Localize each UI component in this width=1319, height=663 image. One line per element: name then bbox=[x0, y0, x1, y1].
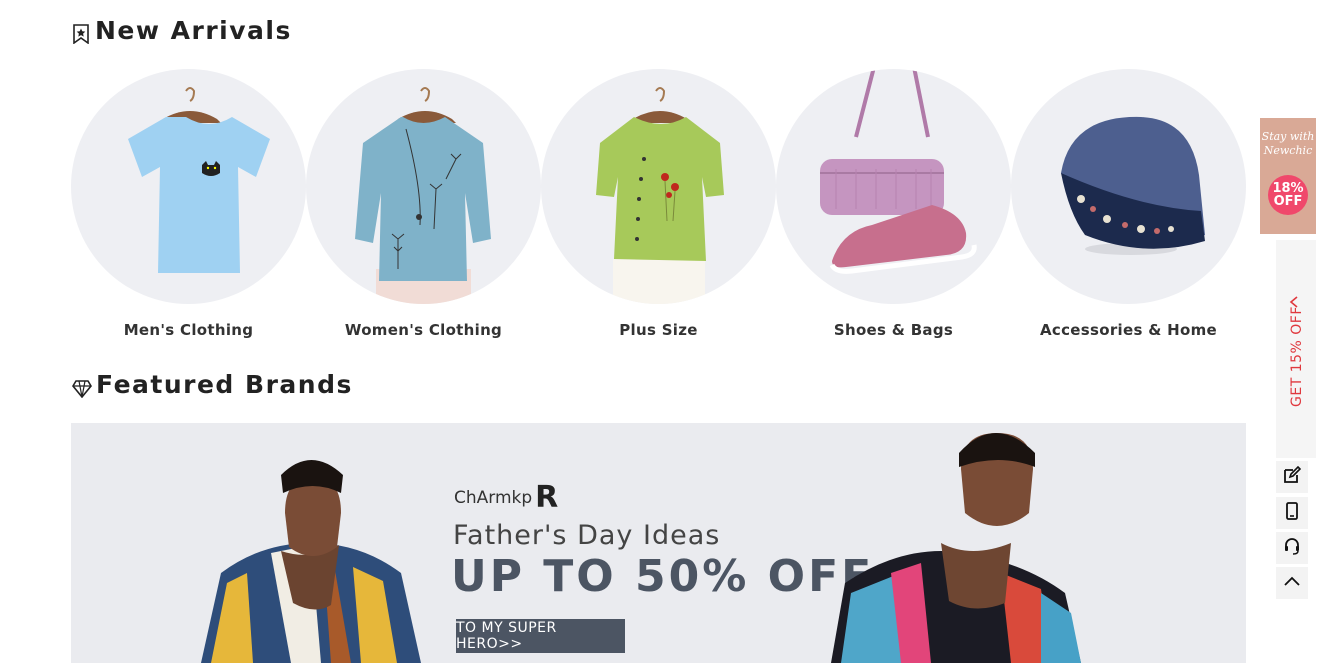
headset-icon bbox=[1283, 537, 1301, 559]
category-plus-size[interactable]: Plus Size bbox=[541, 69, 776, 339]
edit-icon bbox=[1283, 465, 1302, 488]
category-womens-clothing[interactable]: Women's Clothing bbox=[306, 69, 541, 339]
promo-card-text: Stay with Newchic bbox=[1260, 130, 1316, 158]
category-label: Men's Clothing bbox=[123, 321, 254, 339]
category-label: Shoes & Bags bbox=[833, 321, 954, 339]
mens-tshirt-image[interactable] bbox=[71, 69, 306, 304]
shoes-bags-image[interactable] bbox=[776, 69, 1011, 304]
featured-brands-title-text: Featured Brands bbox=[96, 370, 353, 399]
category-label: Women's Clothing bbox=[344, 321, 503, 339]
womens-blouse-image[interactable] bbox=[306, 69, 541, 304]
category-label: Plus Size bbox=[619, 321, 698, 339]
brand-logo: ChArmkp R bbox=[454, 480, 558, 515]
model-right-image bbox=[831, 433, 1081, 663]
mobile-phone-icon bbox=[1283, 502, 1301, 524]
featured-brands-title: Featured Brands bbox=[72, 370, 353, 399]
feedback-button[interactable] bbox=[1276, 461, 1308, 493]
promo-card-line2: Newchic bbox=[1263, 144, 1313, 157]
new-arrivals-title: New Arrivals bbox=[71, 16, 292, 45]
new-arrivals-title-text: New Arrivals bbox=[95, 16, 292, 45]
plus-size-top-image[interactable] bbox=[541, 69, 776, 304]
diamond-icon bbox=[72, 375, 92, 398]
category-accessories-home[interactable]: Accessories & Home bbox=[1011, 69, 1246, 339]
chevron-up-icon bbox=[1283, 572, 1301, 594]
mobile-app-button[interactable] bbox=[1276, 497, 1308, 529]
promo-card-line1: Stay with bbox=[1261, 130, 1315, 143]
bookmark-star-icon bbox=[71, 21, 91, 45]
promo-discount-word: OFF bbox=[1273, 194, 1303, 209]
category-label: Accessories & Home bbox=[1040, 321, 1217, 339]
newchic-promo-card[interactable]: Stay with Newchic 18% OFF bbox=[1260, 118, 1316, 234]
customer-service-button[interactable] bbox=[1276, 532, 1308, 564]
coupon-side-tab[interactable]: GET 15% OFF bbox=[1276, 240, 1316, 458]
category-mens-clothing[interactable]: Men's Clothing bbox=[71, 69, 306, 339]
model-left-image bbox=[201, 460, 421, 663]
brand-logo-mark: R bbox=[535, 480, 558, 515]
coupon-tab-text: GET 15% OFF bbox=[1289, 306, 1305, 407]
promo-discount-badge: 18% OFF bbox=[1268, 175, 1308, 215]
category-list: Men's Clothing Women's Clothing Plus Siz… bbox=[71, 69, 1247, 349]
brand-logo-text: ChArmkp bbox=[454, 487, 533, 508]
featured-brand-banner[interactable]: ChArmkp R Father's Day Ideas UP TO 50% O… bbox=[71, 423, 1246, 663]
back-to-top-button[interactable] bbox=[1276, 567, 1308, 599]
banner-headline: UP TO 50% OFF bbox=[451, 551, 875, 602]
category-shoes-bags[interactable]: Shoes & Bags bbox=[776, 69, 1011, 339]
banner-subtitle: Father's Day Ideas bbox=[453, 520, 721, 551]
accessories-hat-image[interactable] bbox=[1011, 69, 1246, 304]
banner-cta-button[interactable]: TO MY SUPER HERO>> bbox=[456, 619, 625, 653]
